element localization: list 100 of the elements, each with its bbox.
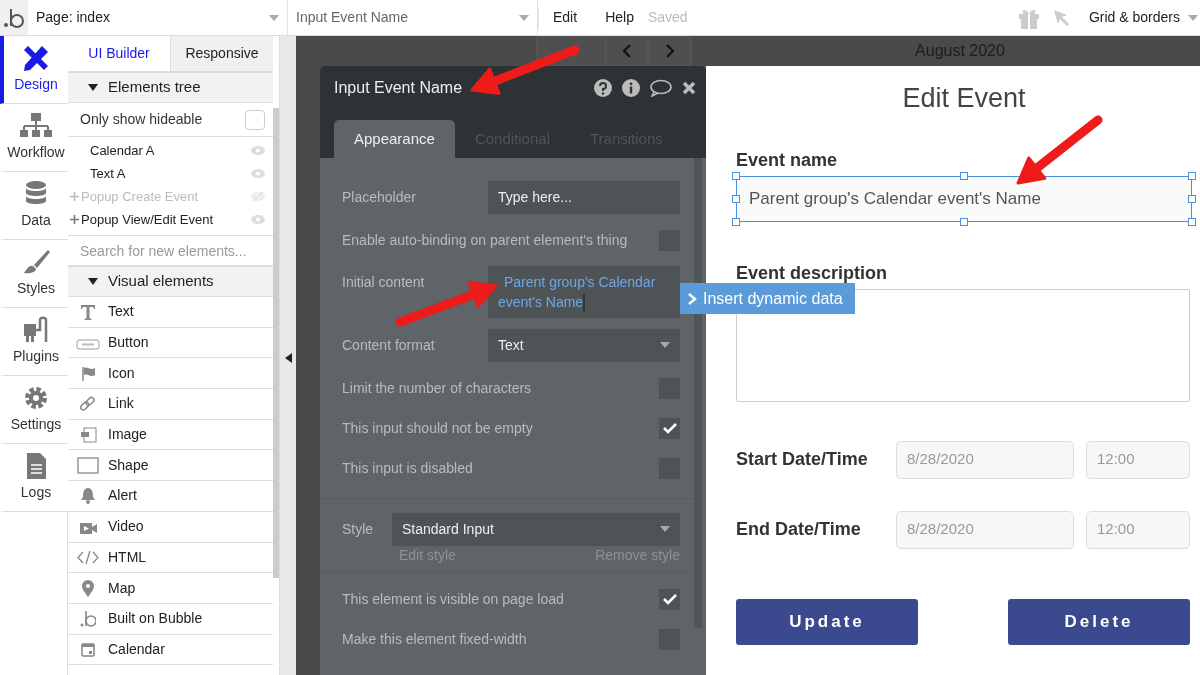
code-icon (77, 549, 99, 566)
element-type[interactable]: HTML (108, 546, 147, 568)
expand-icon[interactable] (70, 192, 79, 201)
caret-icon (269, 14, 279, 21)
checkmark-icon (662, 422, 677, 435)
popup-title: Edit Event (901, 82, 1027, 115)
filter-label: Only show hideable (80, 110, 203, 129)
element-type[interactable]: Button (108, 332, 149, 354)
eye-icon[interactable] (251, 169, 265, 178)
text-cursor (583, 294, 586, 313)
calendar-icon (80, 641, 96, 658)
triangle-icon (88, 84, 98, 91)
element-type[interactable]: Shape (108, 454, 149, 476)
text-field[interactable]: Parent group's Calendar event's Name (736, 175, 1192, 222)
scrollbar[interactable] (273, 108, 279, 578)
caret-icon (1188, 14, 1198, 21)
close-icon[interactable] (682, 81, 696, 95)
chevron-right-icon (688, 292, 697, 305)
resize-handle[interactable] (1188, 171, 1196, 180)
scrollbar[interactable] (694, 158, 702, 628)
save-status: Saved (647, 8, 688, 27)
resize-handle[interactable] (1188, 194, 1196, 203)
field-label: Limit the number of characters (342, 378, 532, 398)
info-icon[interactable] (622, 79, 640, 97)
element-type[interactable]: Map (108, 577, 136, 599)
filter-checkbox[interactable] (245, 109, 265, 130)
bell-icon (80, 487, 96, 505)
element-type[interactable]: Icon (108, 362, 135, 384)
section-header[interactable]: Visual elements (68, 266, 273, 297)
panel-tab[interactable]: UI Builder (68, 36, 171, 72)
org-chart-icon (20, 112, 52, 140)
caret-icon (660, 526, 670, 533)
field-label: Style (342, 519, 374, 539)
logo-icon (80, 610, 96, 628)
field-label: Event description (736, 261, 888, 285)
eye-icon[interactable] (251, 146, 265, 155)
field-label: End Date/Time (736, 518, 862, 541)
tree-item[interactable]: Popup View/Edit Event (80, 209, 251, 230)
action-button[interactable]: Update (736, 598, 918, 645)
editor-tab[interactable]: Appearance (334, 120, 455, 158)
speech-bubble-icon[interactable] (650, 79, 672, 97)
resize-handle[interactable] (1188, 217, 1196, 226)
caret-icon (660, 342, 670, 349)
rail-tab[interactable]: Data (0, 172, 68, 240)
type-icon (80, 303, 96, 320)
logo-icon (3, 6, 25, 29)
eye-icon[interactable] (251, 215, 265, 224)
element-type[interactable]: Image (108, 424, 147, 446)
field-label: Content format (342, 335, 435, 355)
caret-icon (519, 14, 529, 21)
chevron-right-icon (665, 44, 675, 58)
element-type[interactable]: Alert (108, 485, 137, 507)
element-type[interactable]: Calendar (108, 638, 165, 660)
field-label: This input is disabled (342, 458, 473, 478)
cursor-icon[interactable] (1052, 8, 1071, 27)
field-label: This element is visible on page load (342, 589, 564, 609)
rail-tab[interactable]: Design (0, 36, 68, 104)
checkbox[interactable] (659, 588, 680, 610)
resize-handle[interactable] (732, 194, 740, 203)
collapse-icon[interactable] (284, 352, 292, 363)
action-button[interactable]: Delete (1008, 598, 1190, 645)
resize-handle[interactable] (732, 171, 740, 180)
field-label: This input should not be empty (342, 418, 533, 438)
resize-handle[interactable] (960, 171, 968, 180)
rail-tab[interactable]: Plugins (0, 308, 68, 376)
panel-title: Input Event Name (334, 78, 463, 98)
panel-tab[interactable]: Responsive (171, 36, 273, 72)
field-label: Event name (736, 148, 838, 172)
dropdown[interactable]: Text (488, 328, 680, 362)
menu-item[interactable]: Help (591, 7, 648, 28)
element-type[interactable]: Link (108, 393, 134, 415)
flag-icon (80, 365, 96, 382)
image-icon (79, 426, 97, 444)
text-field[interactable]: Type here... (488, 180, 680, 214)
rail-tab[interactable]: Workflow (0, 104, 68, 172)
help-icon[interactable] (594, 79, 612, 97)
expand-icon[interactable] (70, 215, 79, 224)
resize-handle[interactable] (732, 217, 740, 226)
nav-button[interactable] (648, 36, 692, 66)
nav-button[interactable] (606, 36, 648, 66)
tree-item[interactable]: Calendar A (90, 140, 251, 161)
menu-item[interactable]: Edit (538, 7, 592, 28)
element-type[interactable]: Built on Bubble (108, 608, 203, 630)
chevron-left-icon (622, 44, 632, 58)
field-label: Placeholder (342, 187, 416, 207)
rail-tab[interactable]: Logs (0, 444, 68, 512)
element-type[interactable]: Text (108, 301, 134, 323)
rail-tab[interactable]: Settings (0, 376, 68, 444)
section-header[interactable]: Elements tree (68, 72, 273, 103)
link-icon (79, 395, 97, 412)
resize-handle[interactable] (960, 217, 968, 226)
tree-item[interactable]: Text A (90, 163, 251, 184)
triangle-icon (88, 278, 98, 285)
element-type[interactable]: Video (108, 516, 144, 538)
field-label: Initial content (342, 273, 425, 292)
rail-tab[interactable]: Styles (0, 240, 68, 308)
dropdown[interactable]: Standard Input (392, 512, 680, 546)
hidden-eye-icon[interactable] (251, 192, 265, 201)
checkbox[interactable] (659, 417, 680, 439)
field-label: Enable auto-binding on parent element's thing (342, 230, 628, 250)
